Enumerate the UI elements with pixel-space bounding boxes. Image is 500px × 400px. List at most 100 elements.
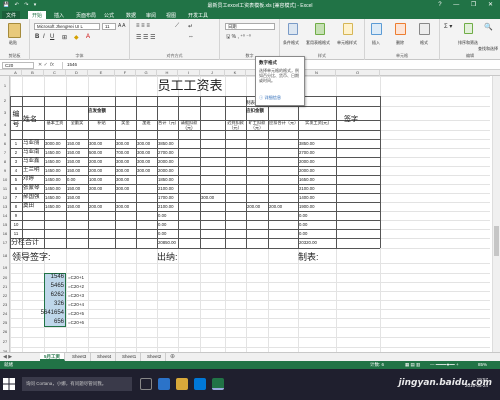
employee-name-cell[interactable]: 邓婷	[23, 175, 43, 184]
employee-no-cell[interactable]: 10	[11, 220, 21, 229]
employee-dsum-cell[interactable]	[269, 184, 297, 193]
employee-absent-cell[interactable]	[226, 175, 245, 184]
find-select-icon[interactable]: 🔍	[484, 23, 493, 31]
row-header-cell[interactable]: 16	[0, 229, 10, 238]
employee-dsum-cell[interactable]	[269, 229, 297, 238]
employee-basic-cell[interactable]: 1450.00	[45, 175, 65, 184]
employee-basic-cell[interactable]	[45, 229, 65, 238]
row-header-cell[interactable]: 7	[0, 148, 10, 157]
employee-allow-cell[interactable]: 150.00	[67, 139, 87, 148]
row-header-cell[interactable]: 8	[0, 157, 10, 166]
employee-no-cell[interactable]: 6	[11, 184, 21, 193]
calc-value-cell[interactable]: 656	[22, 318, 64, 327]
employee-dsum-cell[interactable]	[269, 175, 297, 184]
employee-leave-cell[interactable]: 300.00	[201, 193, 224, 202]
row-header-cell[interactable]: 3	[0, 106, 10, 120]
employee-name-cell[interactable]: 奠田	[23, 202, 43, 211]
employee-leave-cell[interactable]	[201, 220, 224, 229]
employee-actual-cell[interactable]: 2000.00	[299, 157, 335, 166]
employee-basic-cell[interactable]: 1450.00	[45, 166, 65, 175]
row-header-cell[interactable]: 19	[0, 263, 10, 273]
employee-leave-cell[interactable]	[201, 211, 224, 220]
employee-total-cell[interactable]: 2000.00	[158, 157, 177, 166]
employee-allow-cell[interactable]: 150.00	[67, 166, 87, 175]
insert-cells-icon[interactable]	[371, 23, 382, 35]
employee-leave-cell[interactable]	[201, 229, 224, 238]
calc-formula-cell[interactable]: =C20+1	[68, 273, 108, 282]
employee-no-cell[interactable]: 2	[11, 148, 21, 157]
header-total[interactable]: 合计（元）	[158, 120, 177, 134]
employee-no-cell[interactable]: 9	[11, 211, 21, 220]
underline-icon[interactable]: U	[50, 34, 54, 40]
employee-basic-cell[interactable]: 1450.00	[45, 148, 65, 157]
employee-late-cell[interactable]	[247, 193, 267, 202]
sort-filter-icon[interactable]	[464, 23, 473, 34]
employee-subsidy-cell[interactable]	[89, 229, 114, 238]
employee-bonus-cell[interactable]: 300.00	[116, 175, 135, 184]
employee-bonus-cell[interactable]	[116, 193, 135, 202]
table-format-button[interactable]: 套用表格格式	[306, 40, 330, 46]
sheet-title[interactable]: 员工工资表	[115, 76, 265, 96]
sheet-tab-sheet1[interactable]: Sheet1	[118, 353, 142, 361]
employee-no-cell[interactable]: 7	[11, 193, 21, 202]
employee-ot-cell[interactable]: 300.00	[137, 166, 156, 175]
find-select-button[interactable]: 查找和选择	[478, 46, 498, 52]
employee-total-cell[interactable]: 0.00	[158, 220, 177, 229]
employee-actual-cell[interactable]: 1650.00	[299, 175, 335, 184]
employee-name-cell[interactable]: 马亚南	[23, 148, 43, 157]
conditional-format-button[interactable]: 条件格式	[283, 40, 299, 46]
header-deduct-total[interactable]: 应扣合计（元）	[269, 120, 297, 134]
excel-taskbar-icon[interactable]	[212, 378, 224, 390]
employee-basic-cell[interactable]	[45, 211, 65, 220]
employee-bonus-cell[interactable]: 300.00	[116, 202, 135, 211]
employee-name-cell[interactable]: 王兰明	[23, 166, 43, 175]
employee-subsidy-cell[interactable]: 300.00	[89, 139, 114, 148]
employee-actual-cell[interactable]: 0.00	[299, 229, 335, 238]
tooltip-link-text[interactable]: 详细信息	[264, 95, 281, 100]
employee-ot-cell[interactable]: 300.00	[137, 139, 156, 148]
window-controls[interactable]: ? — ❐ ✕	[438, 1, 498, 8]
orientation-icon[interactable]: ⟋	[175, 23, 179, 30]
tab-insert[interactable]: 插入	[50, 11, 68, 19]
italic-icon[interactable]: I	[43, 34, 45, 40]
tab-review[interactable]: 审阅	[142, 11, 160, 19]
employee-late-cell[interactable]: 200.00	[247, 202, 267, 211]
employee-bonus-cell[interactable]	[116, 211, 135, 220]
format-cells-icon[interactable]	[419, 23, 430, 35]
row-header-cell[interactable]: 22	[0, 291, 10, 300]
paste-icon[interactable]	[8, 23, 21, 38]
employee-actual-cell[interactable]: 2100.00	[299, 184, 335, 193]
employee-leave-cell[interactable]	[201, 184, 224, 193]
row-header-cell[interactable]: 10	[0, 175, 10, 184]
employee-leave-cell[interactable]	[201, 139, 224, 148]
employee-subsidy-cell[interactable]: 200.00	[89, 157, 114, 166]
cashier-label[interactable]: 出纳:	[157, 250, 197, 262]
border-icon[interactable]: ⊞	[62, 34, 67, 41]
row-header-cell[interactable]: 26	[0, 327, 10, 337]
font-grow-icon[interactable]: A A	[118, 23, 126, 29]
tab-formulas[interactable]: 公式	[100, 11, 118, 19]
function-icon[interactable]: fx	[50, 62, 54, 68]
employee-ot-cell[interactable]	[137, 193, 156, 202]
employee-late-cell[interactable]	[247, 229, 267, 238]
number-format-combo[interactable]: 日期	[225, 23, 275, 30]
row-header-cell[interactable]: 4	[0, 120, 10, 130]
vertical-scrollbar[interactable]	[492, 76, 500, 352]
tab-developer[interactable]: 开发工具	[184, 11, 212, 19]
windows-start-icon[interactable]	[2, 377, 16, 391]
employee-total-cell[interactable]: 1700.00	[158, 193, 177, 202]
employee-no-cell[interactable]: 8	[11, 202, 21, 211]
conditional-format-icon[interactable]	[288, 23, 298, 35]
employee-basic-cell[interactable]: 1450.00	[45, 193, 65, 202]
employee-ot-cell[interactable]: 300.00	[137, 148, 156, 157]
store-icon[interactable]	[194, 378, 206, 390]
insert-button[interactable]: 插入	[372, 40, 380, 46]
employee-absent-cell[interactable]	[226, 220, 245, 229]
employee-absent-cell[interactable]	[226, 202, 245, 211]
row-header-cell[interactable]: 2	[0, 96, 10, 106]
employee-absent-cell[interactable]	[226, 184, 245, 193]
align-left-icon[interactable]: ☰ ☰ ☰	[136, 34, 155, 41]
font-size-combo[interactable]: 11	[102, 23, 116, 30]
employee-total-cell[interactable]: 2100.00	[158, 202, 177, 211]
employee-actual-cell[interactable]: 2000.00	[299, 166, 335, 175]
